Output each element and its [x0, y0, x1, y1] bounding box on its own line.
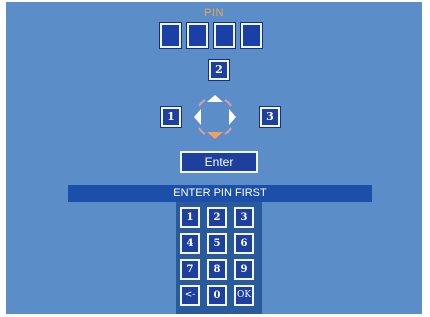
keypad-key-6[interactable]: 6: [234, 233, 254, 254]
keypad-key-0[interactable]: 0: [207, 285, 227, 306]
keypad-ok-button[interactable]: OK: [234, 285, 254, 306]
keypad-key-1[interactable]: 1: [180, 207, 200, 228]
dpad-ring: [198, 99, 232, 135]
dpad-up-value[interactable]: 2: [208, 59, 230, 81]
down-arrow-icon[interactable]: [207, 132, 223, 139]
keypad-key-9[interactable]: 9: [234, 259, 254, 280]
status-message: ENTER PIN FIRST: [68, 185, 372, 202]
keypad-key-7[interactable]: 7: [180, 259, 200, 280]
dpad-right-value[interactable]: 3: [259, 106, 281, 128]
dpad-left-value[interactable]: 1: [160, 106, 182, 128]
keypad-key-2[interactable]: 2: [207, 207, 227, 228]
pin-digit-slot: [213, 22, 236, 49]
enter-button[interactable]: Enter: [180, 151, 258, 173]
pin-digit-slot: [186, 22, 209, 49]
pin-digit-slot: [240, 22, 263, 49]
right-arrow-icon[interactable]: [229, 109, 236, 125]
left-arrow-icon[interactable]: [194, 109, 201, 125]
keypad-key-5[interactable]: 5: [207, 233, 227, 254]
keypad-key-8[interactable]: 8: [207, 259, 227, 280]
up-arrow-icon[interactable]: [207, 95, 223, 102]
pin-entry-screen: PIN 2 1 3 Enter ENTER PIN FIRST 1 2 3 4 …: [6, 2, 422, 314]
keypad-backspace-button[interactable]: <-: [180, 285, 200, 306]
keypad-key-3[interactable]: 3: [234, 207, 254, 228]
pin-label: PIN: [204, 7, 224, 19]
keypad-key-4[interactable]: 4: [180, 233, 200, 254]
pin-digit-slot: [159, 22, 182, 49]
dpad[interactable]: [190, 92, 240, 142]
